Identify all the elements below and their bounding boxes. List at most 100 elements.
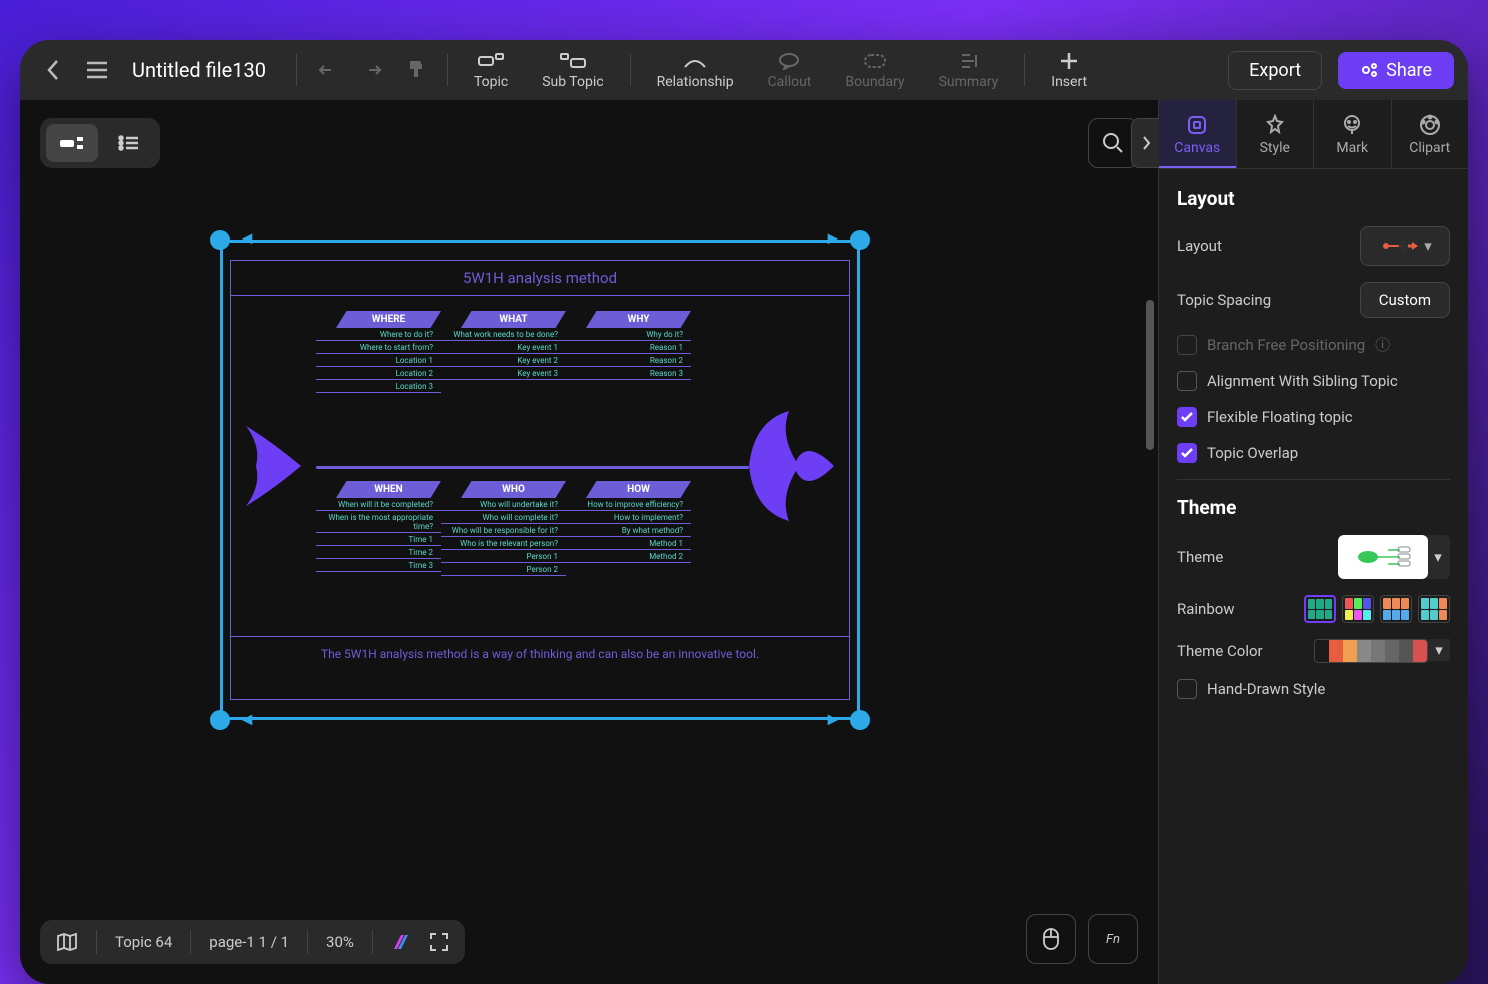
boundary-tool: Boundary	[831, 46, 918, 94]
layout-selector[interactable]: ▾	[1360, 226, 1450, 266]
function-button[interactable]: Fn	[1088, 914, 1138, 964]
divider	[296, 54, 297, 86]
share-label: Share	[1386, 60, 1432, 81]
theme-color-label: Theme Color	[1177, 642, 1263, 660]
resize-handle-br[interactable]	[850, 710, 870, 730]
page-indicator[interactable]: page-1 1 / 1	[209, 933, 289, 951]
diagram-title: 5W1H analysis method	[231, 261, 849, 296]
bone-what: WHATWhat work needs to be done?Key event…	[441, 311, 566, 380]
subtopic-tool[interactable]: Sub Topic	[528, 46, 617, 94]
resize-handle-tl[interactable]	[210, 230, 230, 250]
theme-selector[interactable]	[1338, 535, 1428, 579]
insert-tool[interactable]: Insert	[1037, 46, 1101, 94]
divider	[1024, 54, 1025, 86]
view-toggle	[40, 118, 160, 168]
theme-section-title: Theme	[1177, 496, 1450, 519]
mindmap-view-button[interactable]	[46, 124, 98, 162]
file-title[interactable]: Untitled file130	[122, 58, 276, 82]
rainbow-opt-4[interactable]	[1418, 595, 1450, 623]
top-toolbar: Untitled file130 Topic Sub Topic Relatio…	[20, 40, 1468, 100]
redo-button[interactable]	[353, 51, 391, 89]
bone-who: WHOWho will undertake it?Who will comple…	[441, 481, 566, 576]
main-area: ◄ ► ◄ ► 5W1H analysis method WHEREWhere …	[20, 100, 1468, 984]
layout-label: Layout	[1177, 237, 1222, 255]
resize-handle-tr[interactable]	[850, 230, 870, 250]
outline-view-button[interactable]	[102, 124, 154, 162]
alignment-row[interactable]: Alignment With Sibling Topic	[1177, 371, 1450, 391]
arrow-icon: ►	[824, 228, 842, 249]
bottom-right-tools: Fn	[1026, 914, 1138, 964]
theme-dropdown[interactable]: ▾	[1426, 535, 1450, 579]
theme-color-strip[interactable]	[1314, 639, 1428, 663]
scrollbar[interactable]	[1146, 300, 1154, 450]
rainbow-opt-2[interactable]	[1342, 595, 1374, 623]
tool-label: Insert	[1051, 74, 1087, 90]
map-icon[interactable]	[56, 932, 78, 952]
relationship-tool[interactable]: Relationship	[643, 46, 748, 94]
alignment-checkbox[interactable]	[1177, 371, 1197, 391]
overlap-checkbox[interactable]	[1177, 443, 1197, 463]
rainbow-label: Rainbow	[1177, 600, 1235, 618]
app-window: Untitled file130 Topic Sub Topic Relatio…	[20, 40, 1468, 984]
rainbow-opt-3[interactable]	[1380, 595, 1412, 623]
side-panel: Canvas Style Mark Clipart Layout Layout …	[1158, 100, 1468, 984]
tool-label: Boundary	[845, 74, 904, 90]
spacing-label: Topic Spacing	[1177, 291, 1271, 309]
tab-canvas[interactable]: Canvas	[1159, 100, 1236, 168]
bone-where: WHEREWhere to do it?Where to start from?…	[316, 311, 441, 393]
color-dropdown[interactable]: ▾	[1428, 639, 1450, 661]
overlap-row[interactable]: Topic Overlap	[1177, 443, 1450, 463]
side-tabs: Canvas Style Mark Clipart	[1159, 100, 1468, 169]
summary-tool: Summary	[925, 46, 1013, 94]
tab-mark[interactable]: Mark	[1313, 100, 1391, 168]
arrow-icon: ◄	[238, 228, 256, 249]
flexible-row[interactable]: Flexible Floating topic	[1177, 407, 1450, 427]
callout-tool: Callout	[754, 46, 826, 94]
menu-button[interactable]	[78, 51, 116, 89]
zoom-level[interactable]: 30%	[326, 933, 354, 951]
divider	[630, 54, 631, 86]
collapse-panel-button[interactable]	[1131, 118, 1159, 168]
rainbow-options	[1304, 595, 1450, 623]
bone-why: WHYWhy do it?Reason 1Reason 2Reason 3	[566, 311, 691, 380]
tool-label: Sub Topic	[542, 74, 603, 90]
resize-handle-bl[interactable]	[210, 710, 230, 730]
share-button[interactable]: Share	[1338, 52, 1454, 89]
flexible-checkbox[interactable]	[1177, 407, 1197, 427]
rainbow-opt-1[interactable]	[1304, 595, 1336, 623]
topic-tool[interactable]: Topic	[460, 46, 522, 94]
layout-section-title: Layout	[1177, 187, 1450, 210]
color-mode-icon[interactable]	[391, 932, 411, 952]
fish-head-icon	[744, 406, 839, 526]
tool-label: Relationship	[657, 74, 734, 90]
fullscreen-icon[interactable]	[429, 932, 449, 952]
branch-free-row: Branch Free Positioning ⓘ	[1177, 334, 1450, 355]
arrow-icon: ►	[824, 709, 842, 730]
back-button[interactable]	[34, 51, 72, 89]
diagram-footer: The 5W1H analysis method is a way of thi…	[231, 636, 849, 671]
bone-when: WHENWhen will it be completed?When is th…	[316, 481, 441, 572]
export-button[interactable]: Export	[1228, 51, 1322, 90]
tool-label: Callout	[768, 74, 812, 90]
status-bar: Topic 64 page-1 1 / 1 30%	[40, 920, 465, 964]
canvas-area[interactable]: ◄ ► ◄ ► 5W1H analysis method WHEREWhere …	[20, 100, 1158, 984]
bone-how: HOWHow to improve efficiency?How to impl…	[566, 481, 691, 563]
theme-label: Theme	[1177, 548, 1223, 566]
tool-label: Summary	[939, 74, 999, 90]
diagram-selection[interactable]: ◄ ► ◄ ► 5W1H analysis method WHEREWhere …	[220, 240, 860, 720]
help-icon[interactable]: ⓘ	[1375, 334, 1390, 355]
undo-button[interactable]	[309, 51, 347, 89]
branch-free-checkbox	[1177, 335, 1197, 355]
spacing-button[interactable]: Custom	[1360, 282, 1450, 318]
handdrawn-row[interactable]: Hand-Drawn Style	[1177, 679, 1450, 699]
tool-label: Topic	[474, 74, 508, 90]
topic-count: Topic 64	[115, 933, 172, 951]
fishbone-diagram: 5W1H analysis method WHEREWhere to do it…	[230, 260, 850, 700]
tab-clipart[interactable]: Clipart	[1391, 100, 1469, 168]
tab-style[interactable]: Style	[1236, 100, 1314, 168]
mouse-mode-button[interactable]	[1026, 914, 1076, 964]
fish-tail-icon	[241, 421, 316, 511]
arrow-icon: ◄	[238, 709, 256, 730]
handdrawn-checkbox[interactable]	[1177, 679, 1197, 699]
format-painter-button[interactable]	[397, 51, 435, 89]
